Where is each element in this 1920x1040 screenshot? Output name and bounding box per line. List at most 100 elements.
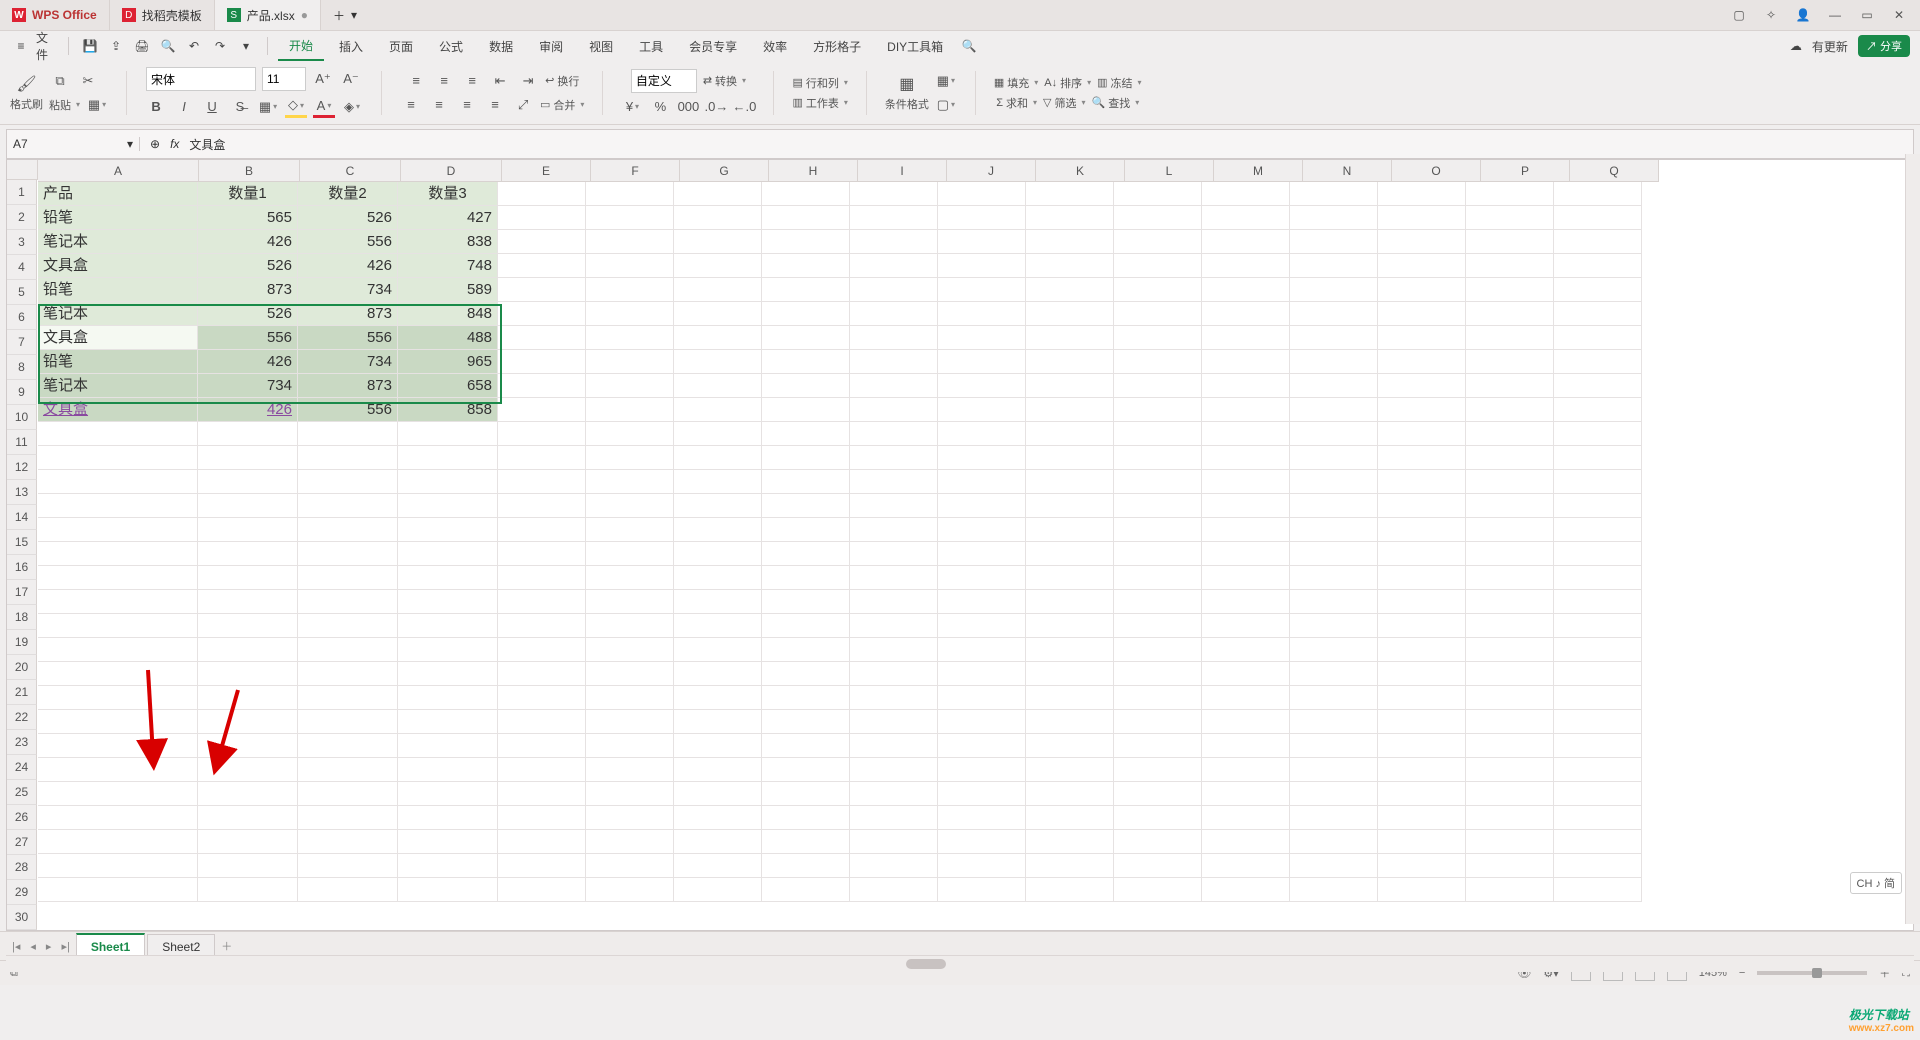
- cell[interactable]: [762, 758, 850, 782]
- cell[interactable]: [498, 278, 586, 302]
- cell[interactable]: [1290, 494, 1378, 518]
- cell[interactable]: [674, 614, 762, 638]
- row-header[interactable]: 14: [7, 505, 37, 530]
- cell[interactable]: [586, 326, 674, 350]
- cell[interactable]: [674, 758, 762, 782]
- indent-dec-icon[interactable]: ⇤: [489, 71, 511, 91]
- cell[interactable]: [398, 446, 498, 470]
- cell[interactable]: [1554, 350, 1642, 374]
- cell[interactable]: [762, 806, 850, 830]
- cell[interactable]: [1026, 686, 1114, 710]
- align-middle-icon[interactable]: ≡: [433, 71, 455, 91]
- cell[interactable]: [1378, 326, 1466, 350]
- cell[interactable]: [1466, 422, 1554, 446]
- cell[interactable]: [1466, 254, 1554, 278]
- worksheet-button[interactable]: ▥工作表▾: [792, 95, 847, 111]
- cell[interactable]: [850, 590, 938, 614]
- row-header[interactable]: 30: [7, 905, 37, 930]
- cell[interactable]: [1554, 206, 1642, 230]
- cell[interactable]: [1554, 686, 1642, 710]
- cell[interactable]: [1378, 542, 1466, 566]
- cell[interactable]: 铅笔: [38, 278, 198, 302]
- row-header[interactable]: 8: [7, 355, 37, 380]
- cell[interactable]: [398, 590, 498, 614]
- cell[interactable]: [674, 638, 762, 662]
- cell[interactable]: [398, 614, 498, 638]
- tab-wps-home[interactable]: W WPS Office: [0, 0, 110, 30]
- cell[interactable]: [1466, 518, 1554, 542]
- cell[interactable]: [398, 638, 498, 662]
- row-header[interactable]: 7: [7, 330, 37, 355]
- zoom-slider[interactable]: [1757, 971, 1867, 975]
- cell[interactable]: [938, 542, 1026, 566]
- cell[interactable]: [850, 566, 938, 590]
- cell[interactable]: [398, 806, 498, 830]
- menu-insert[interactable]: 插入: [328, 33, 374, 60]
- cell[interactable]: [1554, 590, 1642, 614]
- col-header[interactable]: N: [1303, 160, 1392, 182]
- cell[interactable]: [850, 638, 938, 662]
- cell[interactable]: [1378, 374, 1466, 398]
- cell[interactable]: [1378, 566, 1466, 590]
- font-shrink-icon[interactable]: A⁻: [340, 69, 362, 89]
- cell[interactable]: [498, 446, 586, 470]
- cell[interactable]: [298, 710, 398, 734]
- cell[interactable]: [1466, 614, 1554, 638]
- cell[interactable]: [498, 590, 586, 614]
- cell[interactable]: [762, 374, 850, 398]
- cell[interactable]: [1114, 590, 1202, 614]
- cell[interactable]: [586, 830, 674, 854]
- merge-button[interactable]: ▭合并▾: [540, 97, 584, 113]
- cell[interactable]: [586, 350, 674, 374]
- cell[interactable]: [1202, 518, 1290, 542]
- cell[interactable]: [38, 662, 198, 686]
- sum-button[interactable]: Σ求和▾: [996, 95, 1037, 111]
- cell[interactable]: [1466, 494, 1554, 518]
- cell[interactable]: [498, 806, 586, 830]
- clear-format-icon[interactable]: ◈▾: [341, 97, 363, 117]
- cell[interactable]: [1202, 878, 1290, 902]
- cell[interactable]: [1554, 278, 1642, 302]
- select-all-corner[interactable]: [7, 160, 38, 180]
- cell[interactable]: [498, 830, 586, 854]
- cell[interactable]: [398, 854, 498, 878]
- cell[interactable]: [1114, 878, 1202, 902]
- format-painter-button[interactable]: 🖌格式刷: [10, 74, 43, 112]
- cell[interactable]: [1378, 710, 1466, 734]
- cell[interactable]: [1202, 422, 1290, 446]
- cell[interactable]: [1026, 638, 1114, 662]
- menu-square[interactable]: 方形格子: [802, 33, 872, 60]
- cell[interactable]: [762, 830, 850, 854]
- cell[interactable]: [586, 206, 674, 230]
- row-header[interactable]: 23: [7, 730, 37, 755]
- row-header[interactable]: 19: [7, 630, 37, 655]
- cell[interactable]: [938, 470, 1026, 494]
- cell[interactable]: [1378, 638, 1466, 662]
- cell[interactable]: [938, 566, 1026, 590]
- cell[interactable]: [674, 182, 762, 206]
- cell[interactable]: [674, 662, 762, 686]
- export-icon[interactable]: ⇪: [105, 35, 127, 57]
- cell[interactable]: [1466, 830, 1554, 854]
- cond-format-button[interactable]: ▦条件格式: [885, 74, 929, 112]
- cell[interactable]: [498, 374, 586, 398]
- cell[interactable]: [38, 518, 198, 542]
- redo-icon[interactable]: ↷: [209, 35, 231, 57]
- cell[interactable]: [498, 854, 586, 878]
- cell[interactable]: [1202, 350, 1290, 374]
- cell[interactable]: [198, 566, 298, 590]
- comma-icon[interactable]: 000: [677, 97, 699, 117]
- cell[interactable]: [298, 614, 398, 638]
- cell[interactable]: [586, 734, 674, 758]
- cell[interactable]: [298, 686, 398, 710]
- cell[interactable]: [1466, 878, 1554, 902]
- cell[interactable]: [1026, 806, 1114, 830]
- cell[interactable]: [1114, 854, 1202, 878]
- cell[interactable]: [674, 374, 762, 398]
- cell[interactable]: [850, 374, 938, 398]
- cell[interactable]: [1290, 854, 1378, 878]
- cell[interactable]: [1554, 806, 1642, 830]
- wrap-button[interactable]: ↩换行: [545, 73, 579, 89]
- cell[interactable]: 873: [298, 302, 398, 326]
- cell[interactable]: [38, 446, 198, 470]
